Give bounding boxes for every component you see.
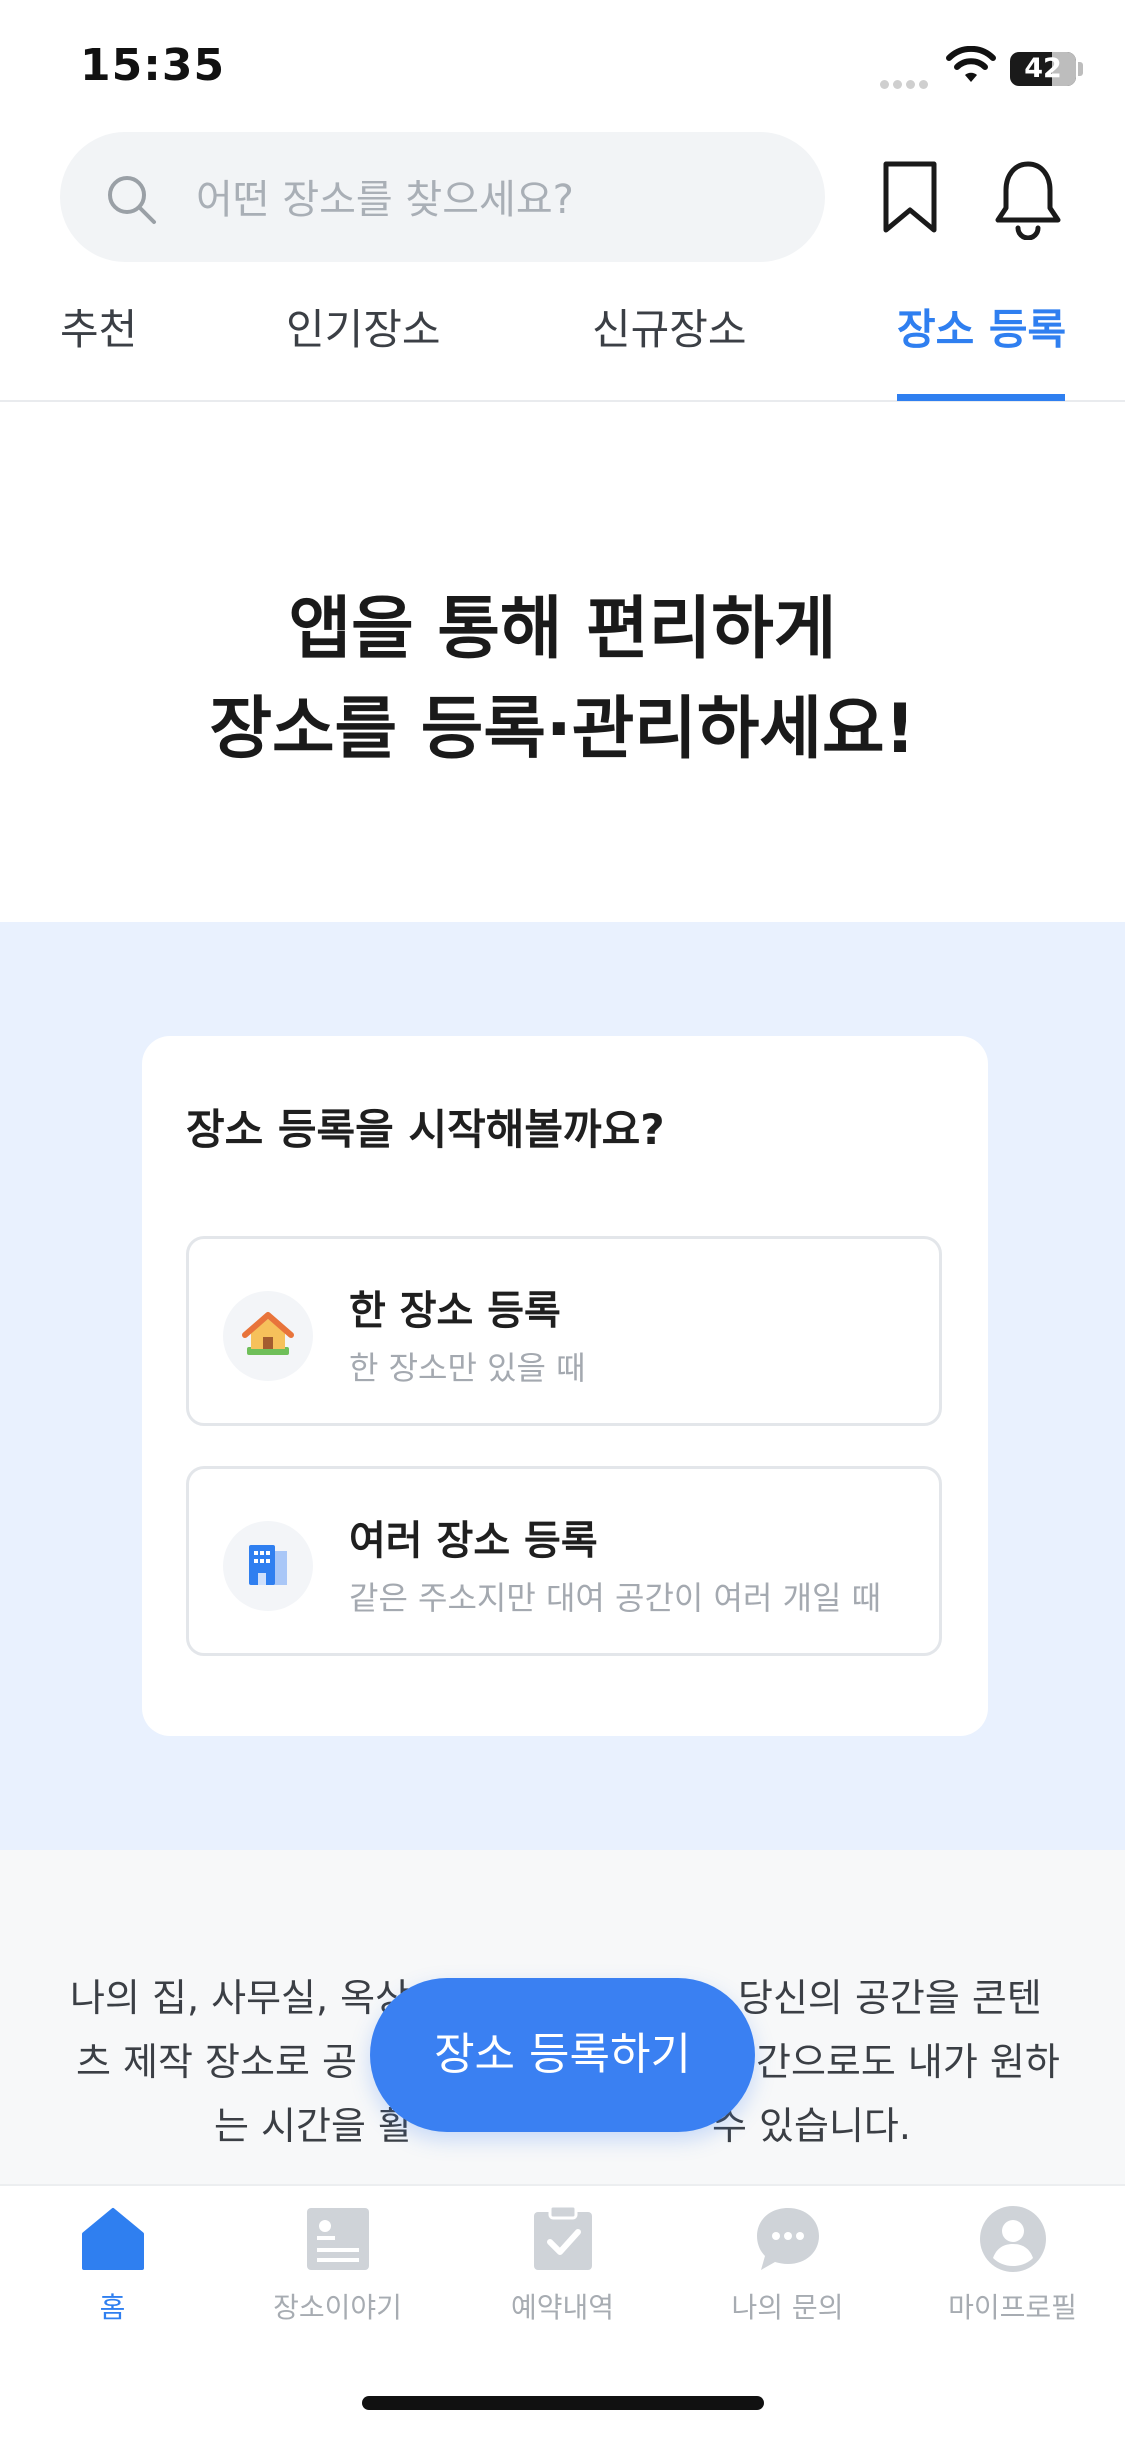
battery-icon: 42 bbox=[1010, 52, 1076, 86]
headline-line-1: 앱을 통해 편리하게 bbox=[288, 590, 837, 669]
option-title: 여러 장소 등록 bbox=[349, 1518, 598, 1564]
chat-bubble-icon bbox=[756, 2208, 819, 2270]
description-line-3-end: 수 있습니다. bbox=[712, 2104, 911, 2148]
building-icon bbox=[249, 1545, 287, 1585]
single-place-option[interactable]: 한 장소 등록 한 장소만 있을 때 bbox=[186, 1236, 942, 1426]
description-line-1-end: 당신의 공간을 콘텐 bbox=[738, 1976, 1042, 2020]
bell-icon[interactable] bbox=[992, 158, 1064, 240]
profile-icon bbox=[979, 2206, 1046, 2272]
description-line-2-start: 츠 제작 장소로 공 bbox=[76, 2040, 357, 2084]
nav-inquiry[interactable]: 나의 문의 bbox=[675, 2204, 900, 2328]
nav-story[interactable]: 장소이야기 bbox=[225, 2204, 450, 2328]
search-icon bbox=[108, 176, 156, 224]
nav-label: 마이프로필 bbox=[948, 2291, 1077, 2324]
nav-label: 장소이야기 bbox=[273, 2291, 402, 2324]
signal-icon bbox=[880, 74, 932, 93]
search-input[interactable]: 어떤 장소를 찾으세요? bbox=[196, 172, 574, 228]
active-tab-indicator bbox=[897, 394, 1065, 401]
headline-line-2: 장소를 등록·관리하세요! bbox=[209, 690, 916, 769]
option-subtitle: 같은 주소지만 대여 공간이 여러 개일 때 bbox=[349, 1579, 882, 1617]
wifi-icon bbox=[946, 46, 996, 82]
home-icon bbox=[81, 2208, 144, 2270]
option-subtitle: 한 장소만 있을 때 bbox=[349, 1349, 586, 1387]
description-line-3-start: 는 시간을 활 bbox=[214, 2104, 413, 2148]
register-place-button[interactable]: 장소 등록하기 bbox=[370, 1978, 755, 2132]
tab-recommended[interactable]: 추천 bbox=[60, 300, 137, 360]
home-indicator bbox=[362, 2396, 764, 2410]
house-icon bbox=[242, 1312, 294, 1355]
nav-label: 나의 문의 bbox=[731, 2291, 844, 2324]
house-icon-wrap bbox=[223, 1291, 313, 1381]
description-line-1-start: 나의 집, 사무실, 옥상 bbox=[70, 1976, 411, 2020]
card-title: 장소 등록을 시작해볼까요? bbox=[186, 1105, 665, 1154]
headline: 앱을 통해 편리하게 장소를 등록·관리하세요! bbox=[0, 580, 1125, 780]
battery-level: 42 bbox=[1024, 53, 1062, 84]
status-time: 15:35 bbox=[80, 40, 226, 91]
nav-profile[interactable]: 마이프로필 bbox=[900, 2204, 1125, 2328]
tab-new[interactable]: 신규장소 bbox=[592, 300, 747, 360]
battery-nub bbox=[1078, 62, 1083, 76]
bookmark-icon[interactable] bbox=[880, 160, 940, 234]
multiple-places-option[interactable]: 여러 장소 등록 같은 주소지만 대여 공간이 여러 개일 때 bbox=[186, 1466, 942, 1656]
tab-popular[interactable]: 인기장소 bbox=[286, 300, 441, 360]
nav-label: 홈 bbox=[99, 2291, 126, 2324]
building-icon-wrap bbox=[223, 1521, 313, 1611]
story-icon bbox=[306, 2208, 369, 2270]
nav-reservations[interactable]: 예약내역 bbox=[450, 2204, 675, 2328]
nav-home[interactable]: 홈 bbox=[0, 2204, 225, 2328]
nav-label: 예약내역 bbox=[510, 2291, 615, 2324]
description-line-2-end: 간으로도 내가 원하 bbox=[756, 2040, 1060, 2084]
tab-register[interactable]: 장소 등록 bbox=[897, 300, 1066, 360]
option-title: 한 장소 등록 bbox=[349, 1288, 561, 1334]
clipboard-check-icon bbox=[533, 2204, 592, 2270]
